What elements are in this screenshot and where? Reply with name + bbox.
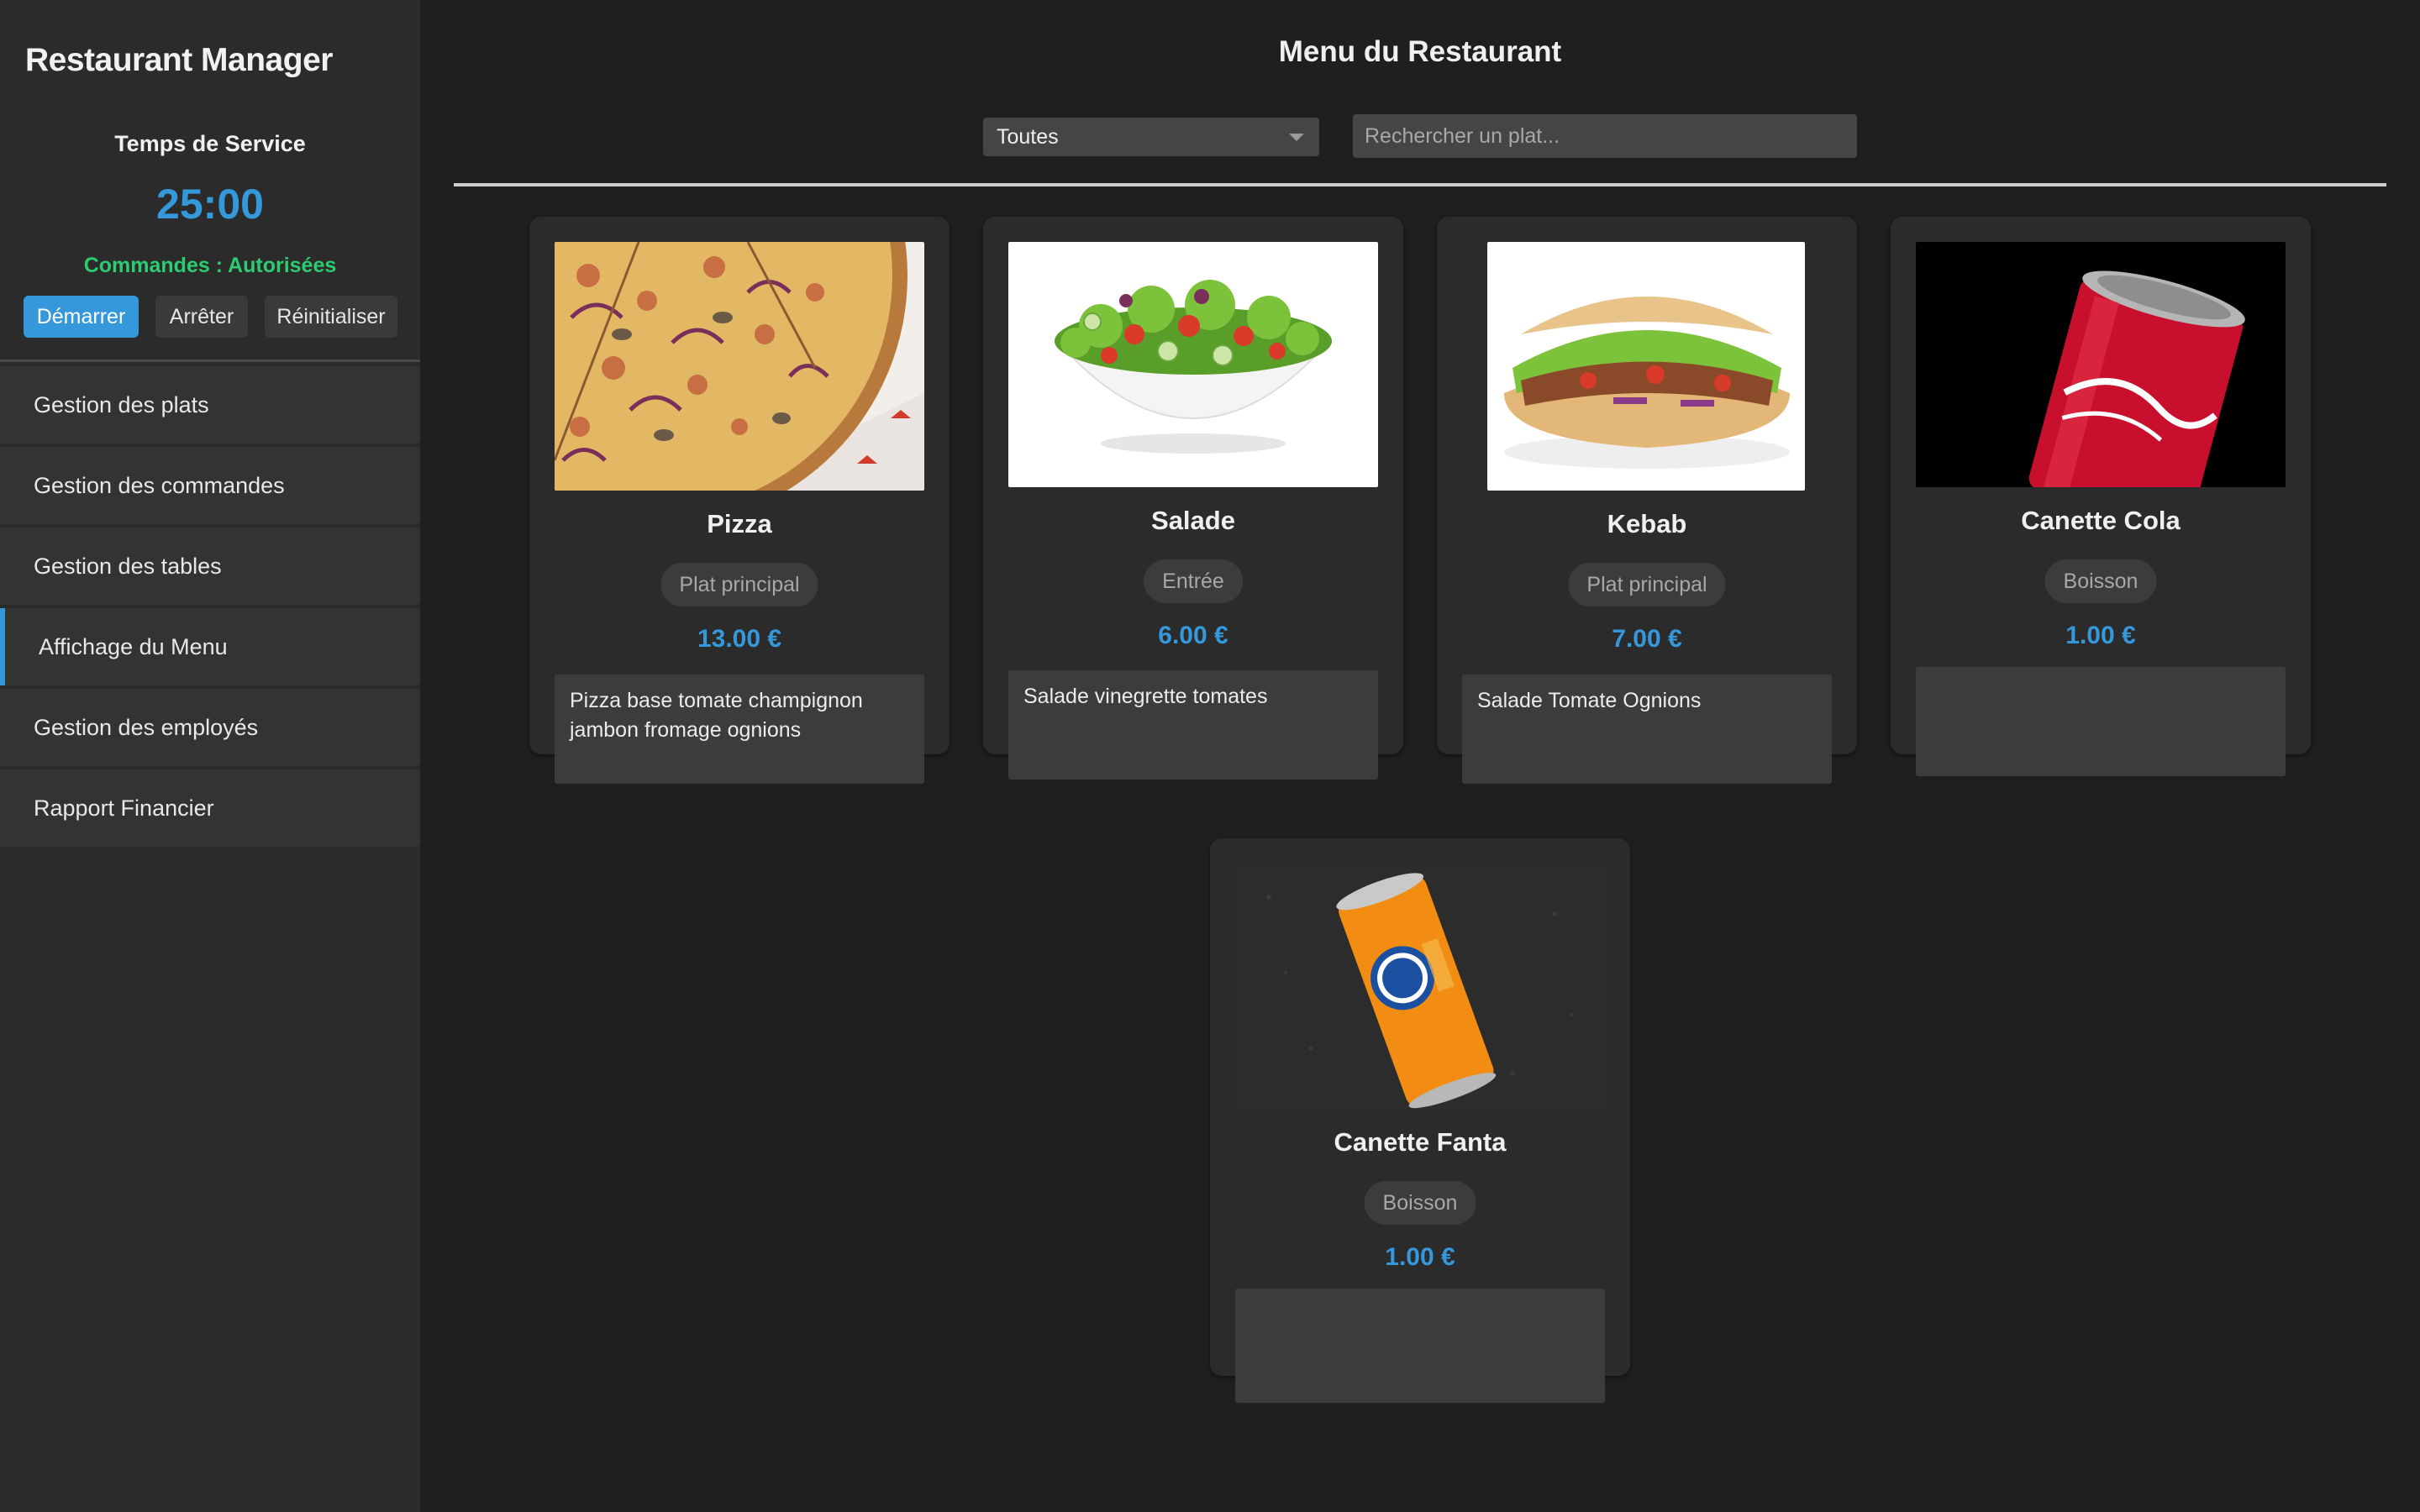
category-filter-value: Toutes	[997, 125, 1059, 149]
start-button[interactable]: Démarrer	[24, 296, 139, 338]
menu-card-salade[interactable]: Salade Entrée 6.00 € Salade vinegrette t…	[983, 217, 1403, 780]
page-title: Menu du Restaurant	[1278, 35, 1562, 68]
dish-description	[1235, 1289, 1605, 1403]
category-badge: Boisson	[1364, 1181, 1476, 1225]
dish-price: 1.00 €	[2065, 622, 2136, 649]
dish-price: 7.00 €	[1612, 625, 1682, 653]
chevron-down-icon	[1289, 134, 1304, 141]
category-badge: Boisson	[2044, 559, 2157, 603]
salad-bowl-image	[1008, 242, 1378, 487]
dish-name: Salade	[1151, 506, 1235, 535]
kebab-image	[1487, 242, 1805, 491]
dish-price: 13.00 €	[697, 625, 782, 653]
dish-description: Salade Tomate Ognions	[1462, 675, 1832, 784]
sidebar-divider	[0, 360, 420, 362]
category-filter-select[interactable]: Toutes	[983, 118, 1319, 156]
menu-card-pizza[interactable]: Pizza Plat principal 13.00 € Pizza base …	[529, 217, 950, 784]
dish-name: Pizza	[707, 509, 772, 538]
dish-description	[1916, 667, 2286, 776]
dish-name: Canette Fanta	[1334, 1127, 1507, 1157]
cola-can-image	[1916, 242, 2286, 487]
dish-description: Pizza base tomate champignon jambon from…	[555, 675, 924, 784]
pizza-image	[555, 242, 924, 491]
sidebar: Restaurant Manager Temps de Service 25:0…	[0, 0, 420, 1512]
menu-card-canette-fanta[interactable]: Canette Fanta Boisson 1.00 €	[1210, 838, 1630, 1403]
header-divider	[454, 183, 2386, 186]
category-badge: Entrée	[1144, 559, 1243, 603]
dish-name: Canette Cola	[2021, 506, 2181, 535]
sidebar-item-menu-display[interactable]: Affichage du Menu	[0, 608, 420, 685]
category-badge: Plat principal	[660, 563, 818, 606]
sidebar-item-orders[interactable]: Gestion des commandes	[0, 447, 420, 524]
fanta-can-image	[1235, 864, 1605, 1109]
app-title: Restaurant Manager	[25, 42, 333, 78]
menu-card-kebab[interactable]: Kebab Plat principal 7.00 € Salade Tomat…	[1437, 217, 1857, 784]
stop-button[interactable]: Arrêter	[155, 296, 248, 338]
sidebar-item-dishes[interactable]: Gestion des plats	[0, 366, 420, 444]
dish-price: 6.00 €	[1158, 622, 1228, 649]
category-badge: Plat principal	[1568, 563, 1726, 606]
service-timer: 25:00	[156, 181, 264, 228]
sidebar-item-tables[interactable]: Gestion des tables	[0, 528, 420, 605]
reset-button[interactable]: Réinitialiser	[265, 296, 397, 338]
dish-name: Kebab	[1607, 509, 1687, 538]
orders-status: Commandes : Autorisées	[83, 254, 337, 277]
service-time-label: Temps de Service	[114, 131, 306, 156]
dish-description: Salade vinegrette tomates	[1008, 670, 1378, 780]
sidebar-item-employees[interactable]: Gestion des employés	[0, 689, 420, 766]
sidebar-item-financial-report[interactable]: Rapport Financier	[0, 769, 420, 847]
dish-price: 1.00 €	[1385, 1243, 1455, 1271]
search-input[interactable]	[1353, 114, 1857, 158]
menu-card-canette-cola[interactable]: Canette Cola Boisson 1.00 €	[1891, 217, 2311, 776]
